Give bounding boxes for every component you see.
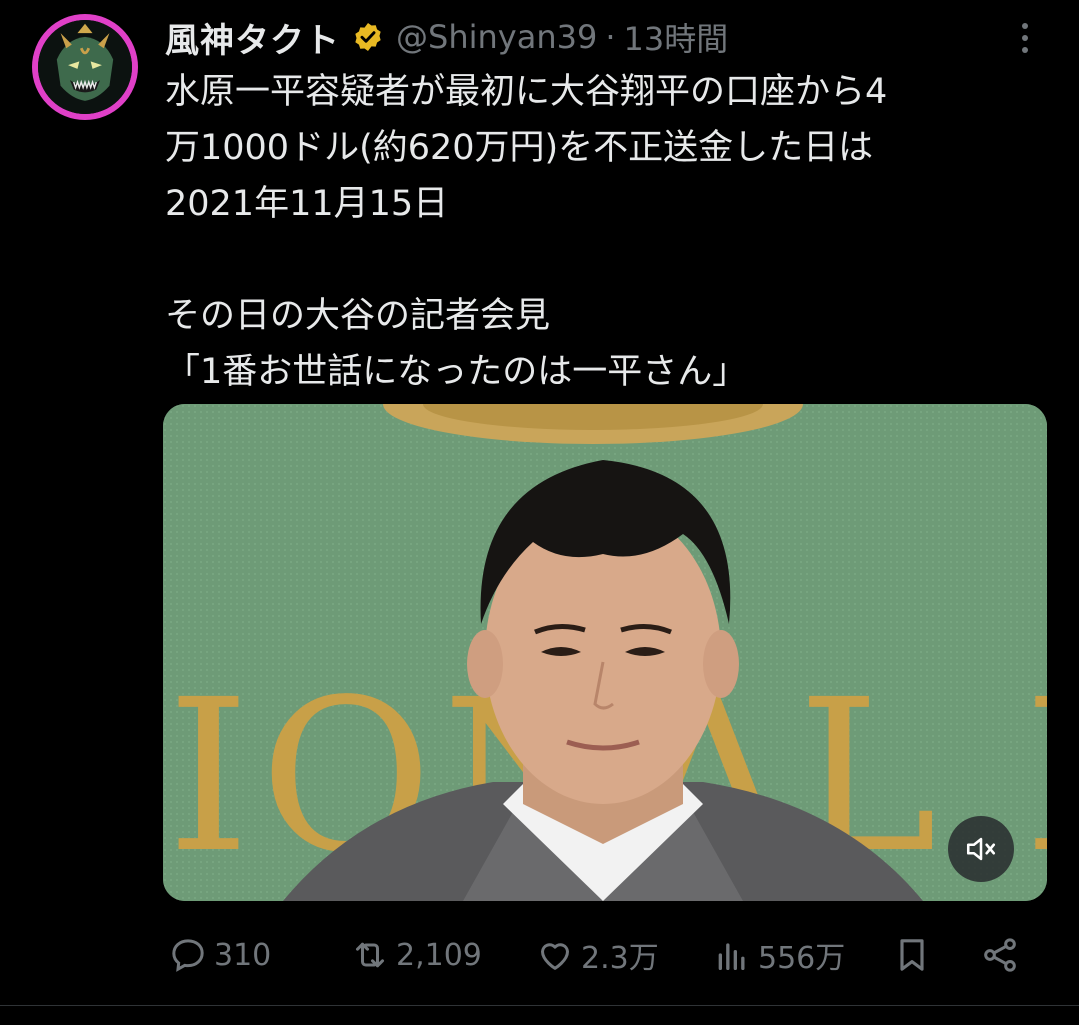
tweet-header: 風神タクト @Shinyan39 · 13時間 [165, 12, 728, 62]
like-button[interactable]: 2.3万 [535, 925, 659, 985]
views-button[interactable]: 556万 [712, 925, 845, 985]
view-count: 556万 [758, 941, 846, 976]
tweet-video[interactable]: IONAL P [163, 404, 1047, 901]
volume-mute-icon [966, 837, 996, 861]
views-chart-icon [718, 943, 745, 970]
tweet-text-line: 万1000ドル(約620万円)を不正送金した日は [165, 128, 874, 168]
timestamp[interactable]: 13時間 [623, 14, 728, 60]
retweet-button[interactable]: 2,109 [350, 925, 482, 985]
like-count: 2.3万 [581, 941, 659, 976]
more-vertical-icon[interactable] [1010, 18, 1040, 58]
tweet-text-line [165, 232, 1045, 288]
mute-button[interactable] [948, 816, 1014, 882]
tweet-text-line: 2021年11月15日 [165, 184, 449, 224]
display-name[interactable]: 風神タクト [165, 13, 340, 62]
tweet-actions: 310 2,109 2.3万 556万 [0, 925, 1079, 985]
reply-button[interactable]: 310 [168, 925, 271, 985]
verified-badge-icon [352, 21, 384, 53]
user-handle[interactable]: @Shinyan39 [396, 18, 597, 56]
divider [0, 1005, 1079, 1006]
share-icon [984, 938, 1016, 972]
bookmark-button[interactable] [892, 925, 938, 985]
bookmark-icon [900, 939, 924, 971]
retweet-count: 2,109 [396, 937, 482, 973]
tweet-text-line: 「1番お世話になったのは一平さん」 [165, 352, 748, 392]
heart-icon [541, 943, 569, 970]
separator-dot: · [605, 18, 616, 56]
tweet[interactable]: 風神タクト @Shinyan39 · 13時間 水原一平容疑者が最初に大谷翔平の… [0, 0, 1079, 1025]
reply-icon [172, 939, 204, 972]
share-button[interactable] [980, 925, 1026, 985]
tweet-text: 水原一平容疑者が最初に大谷翔平の口座から4 万1000ドル(約620万円)を不正送… [165, 64, 1045, 400]
avatar[interactable] [32, 14, 138, 120]
reply-count: 310 [214, 937, 272, 973]
avatar-image [38, 20, 132, 114]
tweet-text-line: 水原一平容疑者が最初に大谷翔平の口座から4 [165, 72, 888, 112]
retweet-icon [356, 942, 384, 968]
tweet-text-line: その日の大谷の記者会見 [165, 296, 551, 336]
